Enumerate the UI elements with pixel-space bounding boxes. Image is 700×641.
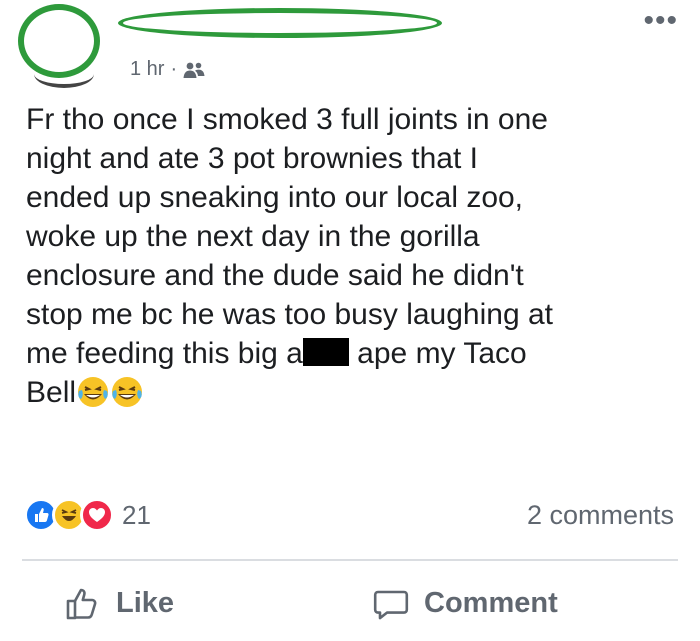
- reactions-summary[interactable]: 21: [24, 498, 151, 532]
- action-divider: [22, 559, 678, 561]
- laughing-crying-emoji-icon: [112, 377, 143, 407]
- comment-button[interactable]: Comment: [372, 584, 558, 622]
- post-timestamp[interactable]: 1 hr: [130, 58, 164, 81]
- post-text: Fr tho once I smoked 3 full joints in on…: [26, 100, 686, 412]
- author-name-redaction[interactable]: [118, 8, 442, 38]
- like-button-label: Like: [116, 586, 175, 619]
- meta-separator: ·: [170, 58, 178, 80]
- avatar-redaction[interactable]: [18, 4, 100, 78]
- post-meta: 1 hr ·: [130, 58, 205, 81]
- post-text-part-1: Fr tho once I smoked 3 full joints in on…: [26, 103, 553, 370]
- reaction-count: 21: [122, 499, 151, 530]
- comment-button-label: Comment: [424, 586, 558, 619]
- comments-count-link[interactable]: 2 comments: [527, 500, 674, 531]
- thumbs-up-icon: [66, 588, 97, 620]
- laughing-crying-emoji-icon: [78, 377, 109, 407]
- more-options-icon[interactable]: •••: [643, 4, 678, 38]
- text-redaction-block: [302, 338, 349, 366]
- like-button[interactable]: Like: [64, 584, 174, 622]
- facebook-post: 1 hr · ••• Fr tho once I smoked 3 full j…: [0, 0, 700, 641]
- comment-bubble-icon: [373, 590, 409, 620]
- love-reaction-icon: [80, 498, 114, 532]
- friends-icon: [183, 62, 205, 78]
